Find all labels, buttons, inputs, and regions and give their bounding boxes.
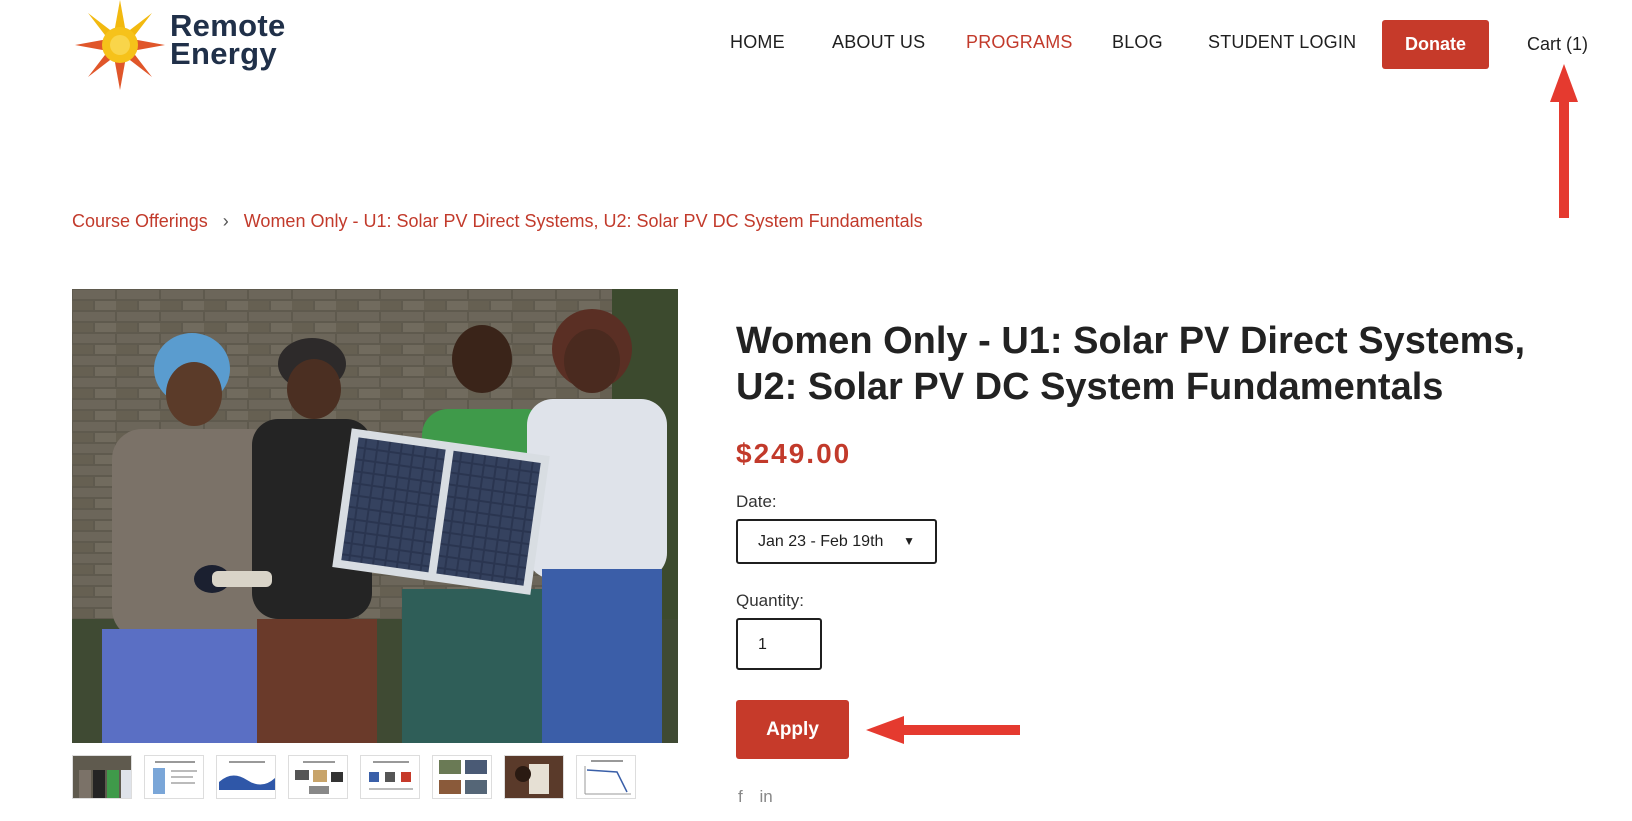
annotation-arrow-up-icon bbox=[1550, 64, 1578, 218]
cart-link[interactable]: Cart (1) bbox=[1527, 34, 1588, 55]
quantity-value: 1 bbox=[758, 636, 767, 653]
share-links: f in bbox=[738, 787, 785, 807]
nav-item-about-us[interactable]: ABOUT US bbox=[832, 32, 925, 53]
product-photo-illustration bbox=[72, 289, 678, 743]
nav-item-student-login[interactable]: STUDENT LOGIN bbox=[1208, 32, 1356, 53]
thumbnail-7[interactable] bbox=[504, 755, 564, 799]
date-select[interactable]: Jan 23 - Feb 19th ▼ bbox=[736, 519, 937, 564]
thumbnail-6[interactable] bbox=[432, 755, 492, 799]
caret-down-icon: ▼ bbox=[903, 534, 915, 548]
apply-button[interactable]: Apply bbox=[736, 700, 849, 759]
donate-button[interactable]: Donate bbox=[1382, 20, 1489, 69]
thumbnail-5[interactable] bbox=[360, 755, 420, 799]
thumbnail-3[interactable] bbox=[216, 755, 276, 799]
product-title: Women Only - U1: Solar PV Direct Systems… bbox=[736, 320, 1526, 408]
product-main-image[interactable] bbox=[72, 289, 678, 743]
breadcrumb-course-offerings[interactable]: Course Offerings bbox=[72, 211, 208, 231]
breadcrumb: Course Offerings › Women Only - U1: Sola… bbox=[72, 211, 923, 232]
thumbnail-8[interactable] bbox=[576, 755, 636, 799]
linkedin-icon[interactable]: in bbox=[759, 787, 772, 806]
breadcrumb-separator: › bbox=[222, 211, 229, 231]
nav-item-programs[interactable]: PROGRAMS bbox=[966, 32, 1073, 53]
date-select-value: Jan 23 - Feb 19th bbox=[758, 533, 884, 550]
facebook-icon[interactable]: f bbox=[738, 787, 743, 806]
quantity-input[interactable]: 1 bbox=[736, 618, 822, 670]
nav-item-blog[interactable]: BLOG bbox=[1112, 32, 1163, 53]
annotation-arrow-left-icon bbox=[866, 716, 1020, 744]
date-label: Date: bbox=[736, 492, 777, 511]
breadcrumb-current-page[interactable]: Women Only - U1: Solar PV Direct Systems… bbox=[244, 211, 923, 231]
thumbnail-4[interactable] bbox=[288, 755, 348, 799]
nav-item-home[interactable]: HOME bbox=[730, 32, 785, 53]
thumbnail-1[interactable] bbox=[72, 755, 132, 799]
thumbnail-2[interactable] bbox=[144, 755, 204, 799]
product-price: $249.00 bbox=[736, 438, 852, 469]
quantity-label: Quantity: bbox=[736, 591, 805, 610]
